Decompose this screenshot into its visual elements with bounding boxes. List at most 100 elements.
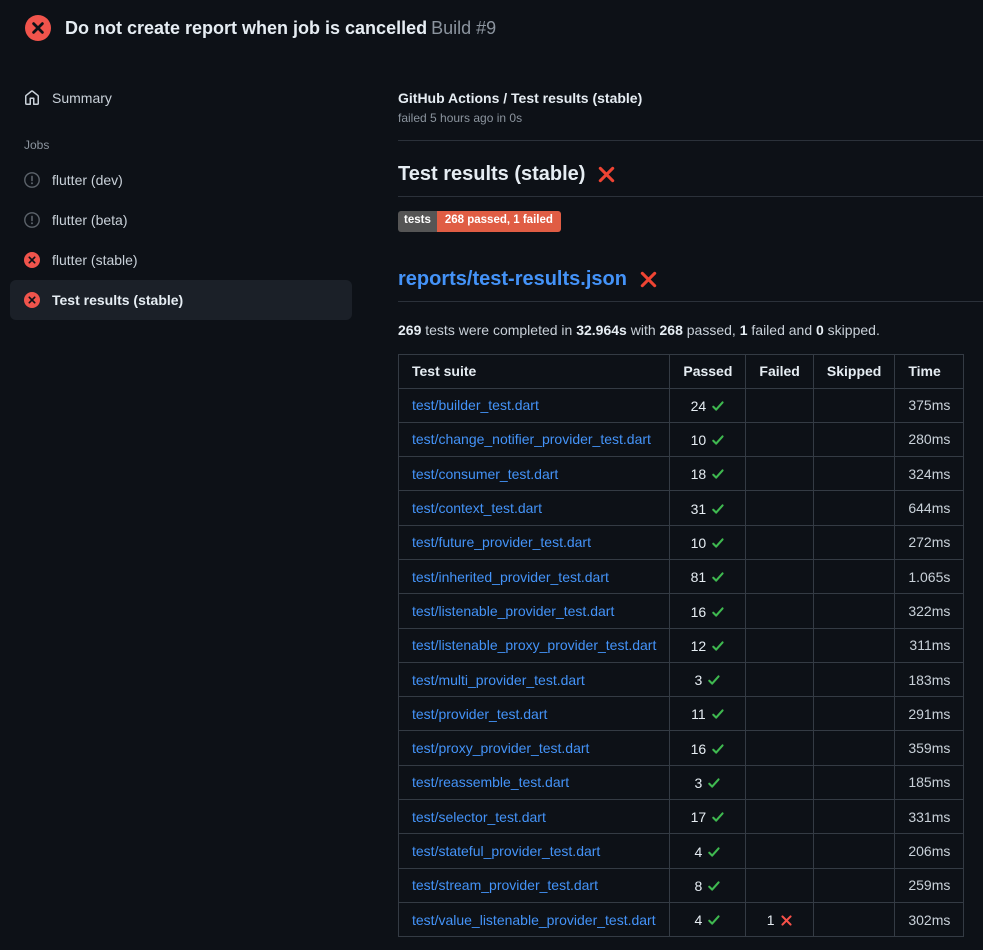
run-header: Do not create report when job is cancell… <box>0 0 983 54</box>
passed-cell: 12 <box>670 628 746 662</box>
summary-duration: 32.964s <box>576 322 627 338</box>
time-cell: 280ms <box>895 422 964 456</box>
skipped-cell <box>813 457 894 491</box>
test-suite-link[interactable]: test/inherited_provider_test.dart <box>412 569 609 585</box>
test-suite-link[interactable]: test/context_test.dart <box>412 500 542 516</box>
skipped-cell <box>813 765 894 799</box>
sidebar-item-flutter-beta[interactable]: flutter (beta) <box>10 200 352 240</box>
skipped-cell <box>813 491 894 525</box>
check-icon <box>711 536 725 550</box>
table-row: test/stream_provider_test.dart 8 259ms <box>399 868 964 902</box>
failed-cell <box>746 559 813 593</box>
sidebar-item-summary[interactable]: Summary <box>10 78 352 118</box>
failed-cell <box>746 800 813 834</box>
skipped-cell <box>813 628 894 662</box>
check-icon <box>707 845 721 859</box>
test-suite-cell: test/context_test.dart <box>399 491 670 525</box>
test-suite-cell: test/stateful_provider_test.dart <box>399 834 670 868</box>
time-cell: 272ms <box>895 525 964 559</box>
skipped-cell <box>813 800 894 834</box>
table-row: test/future_provider_test.dart 10 272ms <box>399 525 964 559</box>
summary-total-count: 269 <box>398 322 421 338</box>
check-icon <box>711 639 725 653</box>
test-suite-link[interactable]: test/proxy_provider_test.dart <box>412 740 589 756</box>
sidebar-item-flutter-dev[interactable]: flutter (dev) <box>10 160 352 200</box>
time-cell: 324ms <box>895 457 964 491</box>
test-suite-link[interactable]: test/listenable_provider_test.dart <box>412 603 614 619</box>
time-cell: 259ms <box>895 868 964 902</box>
build-number: Build #9 <box>431 18 496 38</box>
test-suite-link[interactable]: test/value_listenable_provider_test.dart <box>412 912 656 928</box>
skipped-cell <box>813 868 894 902</box>
test-suite-link[interactable]: test/provider_test.dart <box>412 706 547 722</box>
tests-badge: tests 268 passed, 1 failed <box>398 211 561 232</box>
check-icon <box>707 913 721 927</box>
failed-cell <box>746 594 813 628</box>
report-file-link[interactable]: reports/test-results.json <box>398 268 627 291</box>
summary-passed-count: 268 <box>660 322 683 338</box>
failed-cell <box>746 525 813 559</box>
test-suite-link[interactable]: test/consumer_test.dart <box>412 466 558 482</box>
table-row: test/consumer_test.dart 18 324ms <box>399 457 964 491</box>
table-row: test/reassemble_test.dart 3 185ms <box>399 765 964 799</box>
check-icon <box>711 810 725 824</box>
check-icon <box>711 742 725 756</box>
passed-cell: 4 <box>670 902 746 936</box>
x-icon <box>780 914 793 927</box>
failed-cell <box>746 422 813 456</box>
failed-cell <box>746 491 813 525</box>
test-suite-link[interactable]: test/selector_test.dart <box>412 809 546 825</box>
skipped-cell <box>813 559 894 593</box>
test-suite-link[interactable]: test/listenable_proxy_provider_test.dart <box>412 637 656 653</box>
failed-cell <box>746 457 813 491</box>
skipped-cell <box>813 662 894 696</box>
passed-cell: 10 <box>670 422 746 456</box>
main-content: GitHub Actions / Test results (stable) f… <box>398 54 983 937</box>
sidebar-item-test-results-stable[interactable]: Test results (stable) <box>10 280 352 320</box>
check-icon <box>711 707 725 721</box>
test-suite-cell: test/proxy_provider_test.dart <box>399 731 670 765</box>
table-row: test/change_notifier_provider_test.dart … <box>399 422 964 456</box>
test-suite-link[interactable]: test/future_provider_test.dart <box>412 534 591 550</box>
passed-cell: 81 <box>670 559 746 593</box>
x-icon <box>639 270 658 289</box>
sidebar-item-flutter-stable[interactable]: flutter (stable) <box>10 240 352 280</box>
check-icon <box>707 776 721 790</box>
test-suite-link[interactable]: test/multi_provider_test.dart <box>412 672 585 688</box>
test-suite-link[interactable]: test/builder_test.dart <box>412 397 539 413</box>
failed-cell <box>746 697 813 731</box>
time-cell: 375ms <box>895 388 964 422</box>
passed-cell: 16 <box>670 731 746 765</box>
skipped-cell <box>813 594 894 628</box>
passed-cell: 16 <box>670 594 746 628</box>
table-row: test/provider_test.dart 11 291ms <box>399 697 964 731</box>
test-suite-link[interactable]: test/stream_provider_test.dart <box>412 877 598 893</box>
table-row: test/inherited_provider_test.dart 81 1.0… <box>399 559 964 593</box>
skipped-cell <box>813 902 894 936</box>
test-suite-link[interactable]: test/stateful_provider_test.dart <box>412 843 600 859</box>
failed-cell <box>746 765 813 799</box>
time-cell: 1.065s <box>895 559 964 593</box>
check-icon <box>711 502 725 516</box>
skipped-cell <box>813 388 894 422</box>
badge-value: 268 passed, 1 failed <box>437 211 561 232</box>
passed-cell: 4 <box>670 834 746 868</box>
sidebar-item-label: flutter (dev) <box>52 172 123 188</box>
table-row: test/listenable_proxy_provider_test.dart… <box>399 628 964 662</box>
table-row: test/listenable_provider_test.dart 16 32… <box>399 594 964 628</box>
x-icon <box>597 165 616 184</box>
time-cell: 311ms <box>895 628 964 662</box>
passed-cell: 11 <box>670 697 746 731</box>
test-suite-link[interactable]: test/change_notifier_provider_test.dart <box>412 431 651 447</box>
check-icon <box>711 467 725 481</box>
passed-cell: 24 <box>670 388 746 422</box>
sidebar-item-label: Test results (stable) <box>52 292 183 308</box>
badge-label: tests <box>398 211 437 232</box>
column-header-time: Time <box>895 354 964 388</box>
check-icon <box>711 570 725 584</box>
failed-circle-icon <box>24 252 40 268</box>
table-row: test/proxy_provider_test.dart 16 359ms <box>399 731 964 765</box>
test-suite-link[interactable]: test/reassemble_test.dart <box>412 774 569 790</box>
passed-cell: 3 <box>670 765 746 799</box>
time-cell: 183ms <box>895 662 964 696</box>
